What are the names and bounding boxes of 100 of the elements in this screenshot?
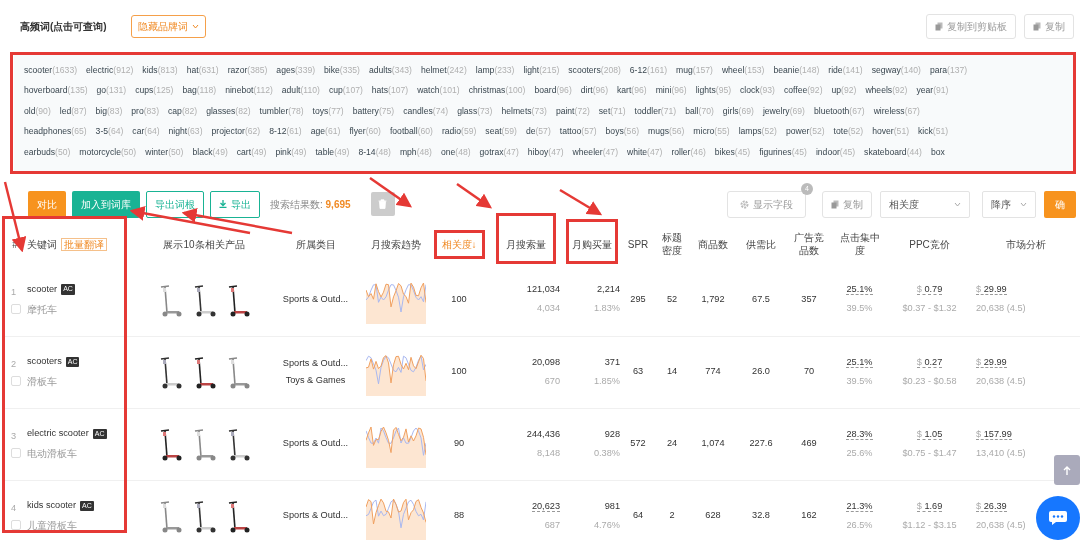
- keyword-chip[interactable]: hover(51): [872, 125, 910, 139]
- keyword-link[interactable]: scooters: [27, 355, 62, 369]
- keyword-chip[interactable]: scooter(1633): [24, 63, 78, 77]
- keyword-chip[interactable]: bikes(45): [714, 145, 751, 159]
- keyword-chip[interactable]: dirt(96): [580, 84, 608, 98]
- keyword-chip[interactable]: tattoo(57): [559, 125, 597, 139]
- keyword-chip[interactable]: boys(56): [605, 125, 640, 139]
- keyword-chip[interactable]: gotrax(47): [479, 145, 519, 159]
- keyword-chip[interactable]: ages(339): [276, 63, 316, 77]
- keyword-chip[interactable]: cart(49): [236, 145, 267, 159]
- keyword-chip[interactable]: flyer(60): [349, 125, 381, 139]
- keyword-chip[interactable]: mph(48): [399, 145, 432, 159]
- keyword-chip[interactable]: helmets(73): [501, 104, 547, 118]
- keyword-chip[interactable]: hiboy(47): [527, 145, 564, 159]
- keyword-chip[interactable]: segway(140): [871, 63, 921, 77]
- keyword-chip[interactable]: big(83): [95, 104, 123, 118]
- keyword-chip[interactable]: kids(813): [142, 63, 178, 77]
- keyword-chip[interactable]: razor(385): [227, 63, 268, 77]
- keyword-chip[interactable]: ride(141): [828, 63, 863, 77]
- row-checkbox[interactable]: [11, 519, 21, 530]
- keyword-chip[interactable]: wheels(92): [865, 84, 908, 98]
- keyword-chip[interactable]: wireless(67): [873, 104, 920, 118]
- keyword-chip[interactable]: glass(73): [457, 104, 493, 118]
- keyword-chip[interactable]: football(60): [389, 125, 433, 139]
- keyword-chip[interactable]: kart(96): [617, 84, 647, 98]
- keyword-chip[interactable]: year(91): [916, 84, 949, 98]
- keyword-chip[interactable]: light(215): [523, 63, 560, 77]
- keyword-chip[interactable]: para(137): [929, 63, 968, 77]
- keyword-chip[interactable]: toys(77): [312, 104, 344, 118]
- keyword-chip[interactable]: table(49): [315, 145, 350, 159]
- keyword-chip[interactable]: figurines(45): [759, 145, 807, 159]
- keyword-chip[interactable]: age(61): [310, 125, 341, 139]
- keyword-chip[interactable]: power(52): [785, 125, 825, 139]
- keyword-chip[interactable]: radio(59): [441, 125, 477, 139]
- keyword-chip[interactable]: electric(912): [86, 63, 134, 77]
- keyword-chip[interactable]: mugs(56): [648, 125, 685, 139]
- keyword-chip[interactable]: beanie(148): [773, 63, 820, 77]
- keyword-chip[interactable]: jewelry(69): [762, 104, 805, 118]
- keyword-chip[interactable]: hoverboard(135): [24, 84, 88, 98]
- keyword-chip[interactable]: glasses(82): [206, 104, 251, 118]
- keyword-chip[interactable]: hat(631): [186, 63, 219, 77]
- keyword-chip[interactable]: paint(72): [555, 104, 590, 118]
- keyword-chip[interactable]: 6-12(161): [629, 63, 668, 77]
- keyword-chip[interactable]: mug(157): [676, 63, 713, 77]
- keyword-chip[interactable]: ball(70): [685, 104, 714, 118]
- keyword-chip[interactable]: adults(343): [368, 63, 412, 77]
- keyword-chip[interactable]: candles(74): [403, 104, 449, 118]
- keyword-chip[interactable]: headphones(65): [24, 125, 87, 139]
- keyword-chip[interactable]: bike(335): [324, 63, 360, 77]
- keyword-chip[interactable]: earbuds(50): [24, 145, 71, 159]
- keyword-chip[interactable]: 8-12(61): [269, 125, 302, 139]
- keyword-chip[interactable]: 8-14(48): [358, 145, 391, 159]
- keyword-chip[interactable]: seat(59): [485, 125, 517, 139]
- keyword-chip[interactable]: black(49): [192, 145, 228, 159]
- keyword-chip[interactable]: girls(69): [722, 104, 754, 118]
- keyword-chip[interactable]: helmet(242): [420, 63, 467, 77]
- keyword-chip[interactable]: board(96): [534, 84, 572, 98]
- keyword-chip[interactable]: cups(125): [135, 84, 174, 98]
- keyword-chip[interactable]: car(64): [132, 125, 160, 139]
- keyword-chip[interactable]: pink(49): [275, 145, 307, 159]
- keyword-link[interactable]: electric scooter: [27, 427, 89, 441]
- keyword-chip[interactable]: projector(62): [211, 125, 261, 139]
- keyword-chip[interactable]: motorcycle(50): [79, 145, 137, 159]
- keyword-chip[interactable]: kick(51): [918, 125, 949, 139]
- keyword-chip[interactable]: mini(96): [655, 84, 687, 98]
- keyword-chip[interactable]: one(48): [440, 145, 471, 159]
- keyword-chip[interactable]: go(131): [96, 84, 127, 98]
- keyword-chip[interactable]: tote(52): [833, 125, 864, 139]
- keyword-chip[interactable]: lights(95): [695, 84, 732, 98]
- keyword-chip[interactable]: lamp(233): [475, 63, 515, 77]
- keyword-chip[interactable]: old(90): [24, 104, 51, 118]
- keyword-chip[interactable]: cup(107): [328, 84, 363, 98]
- keyword-chip[interactable]: de(57): [525, 125, 551, 139]
- keyword-chip[interactable]: bag(118): [182, 84, 217, 98]
- delete-button[interactable]: [370, 192, 395, 216]
- scroll-top-button[interactable]: [1054, 455, 1080, 485]
- keyword-chip[interactable]: led(87): [59, 104, 87, 118]
- keyword-chip[interactable]: indoor(45): [815, 145, 856, 159]
- row-checkbox[interactable]: [11, 303, 21, 314]
- keyword-chip[interactable]: watch(101): [417, 84, 460, 98]
- keyword-chip[interactable]: coffee(92): [783, 84, 823, 98]
- keyword-chip[interactable]: lamps(52): [738, 125, 777, 139]
- keyword-chip[interactable]: wheel(153): [721, 63, 765, 77]
- keyword-chip[interactable]: cap(82): [168, 104, 198, 118]
- sort-order-select[interactable]: 降序: [982, 190, 1036, 218]
- row-checkbox[interactable]: [11, 375, 21, 386]
- keyword-chip[interactable]: tumbler(78): [259, 104, 304, 118]
- keyword-chip[interactable]: ninebot(112): [225, 84, 273, 98]
- sort-field-select[interactable]: 相关度: [880, 190, 970, 218]
- keyword-chip[interactable]: 3-5(64): [95, 125, 124, 139]
- chat-button[interactable]: [1036, 496, 1080, 540]
- keyword-chip[interactable]: bluetooth(67): [813, 104, 865, 118]
- keyword-chip[interactable]: wheeler(47): [572, 145, 618, 159]
- keyword-chip[interactable]: christmas(100): [468, 84, 526, 98]
- keyword-chip[interactable]: clock(93): [740, 84, 775, 98]
- keyword-chip[interactable]: battery(75): [352, 104, 395, 118]
- row-checkbox[interactable]: [11, 447, 21, 458]
- keyword-link[interactable]: kids scooter: [27, 499, 77, 513]
- keyword-chip[interactable]: adult(110): [281, 84, 320, 98]
- keyword-chip[interactable]: set(71): [598, 104, 626, 118]
